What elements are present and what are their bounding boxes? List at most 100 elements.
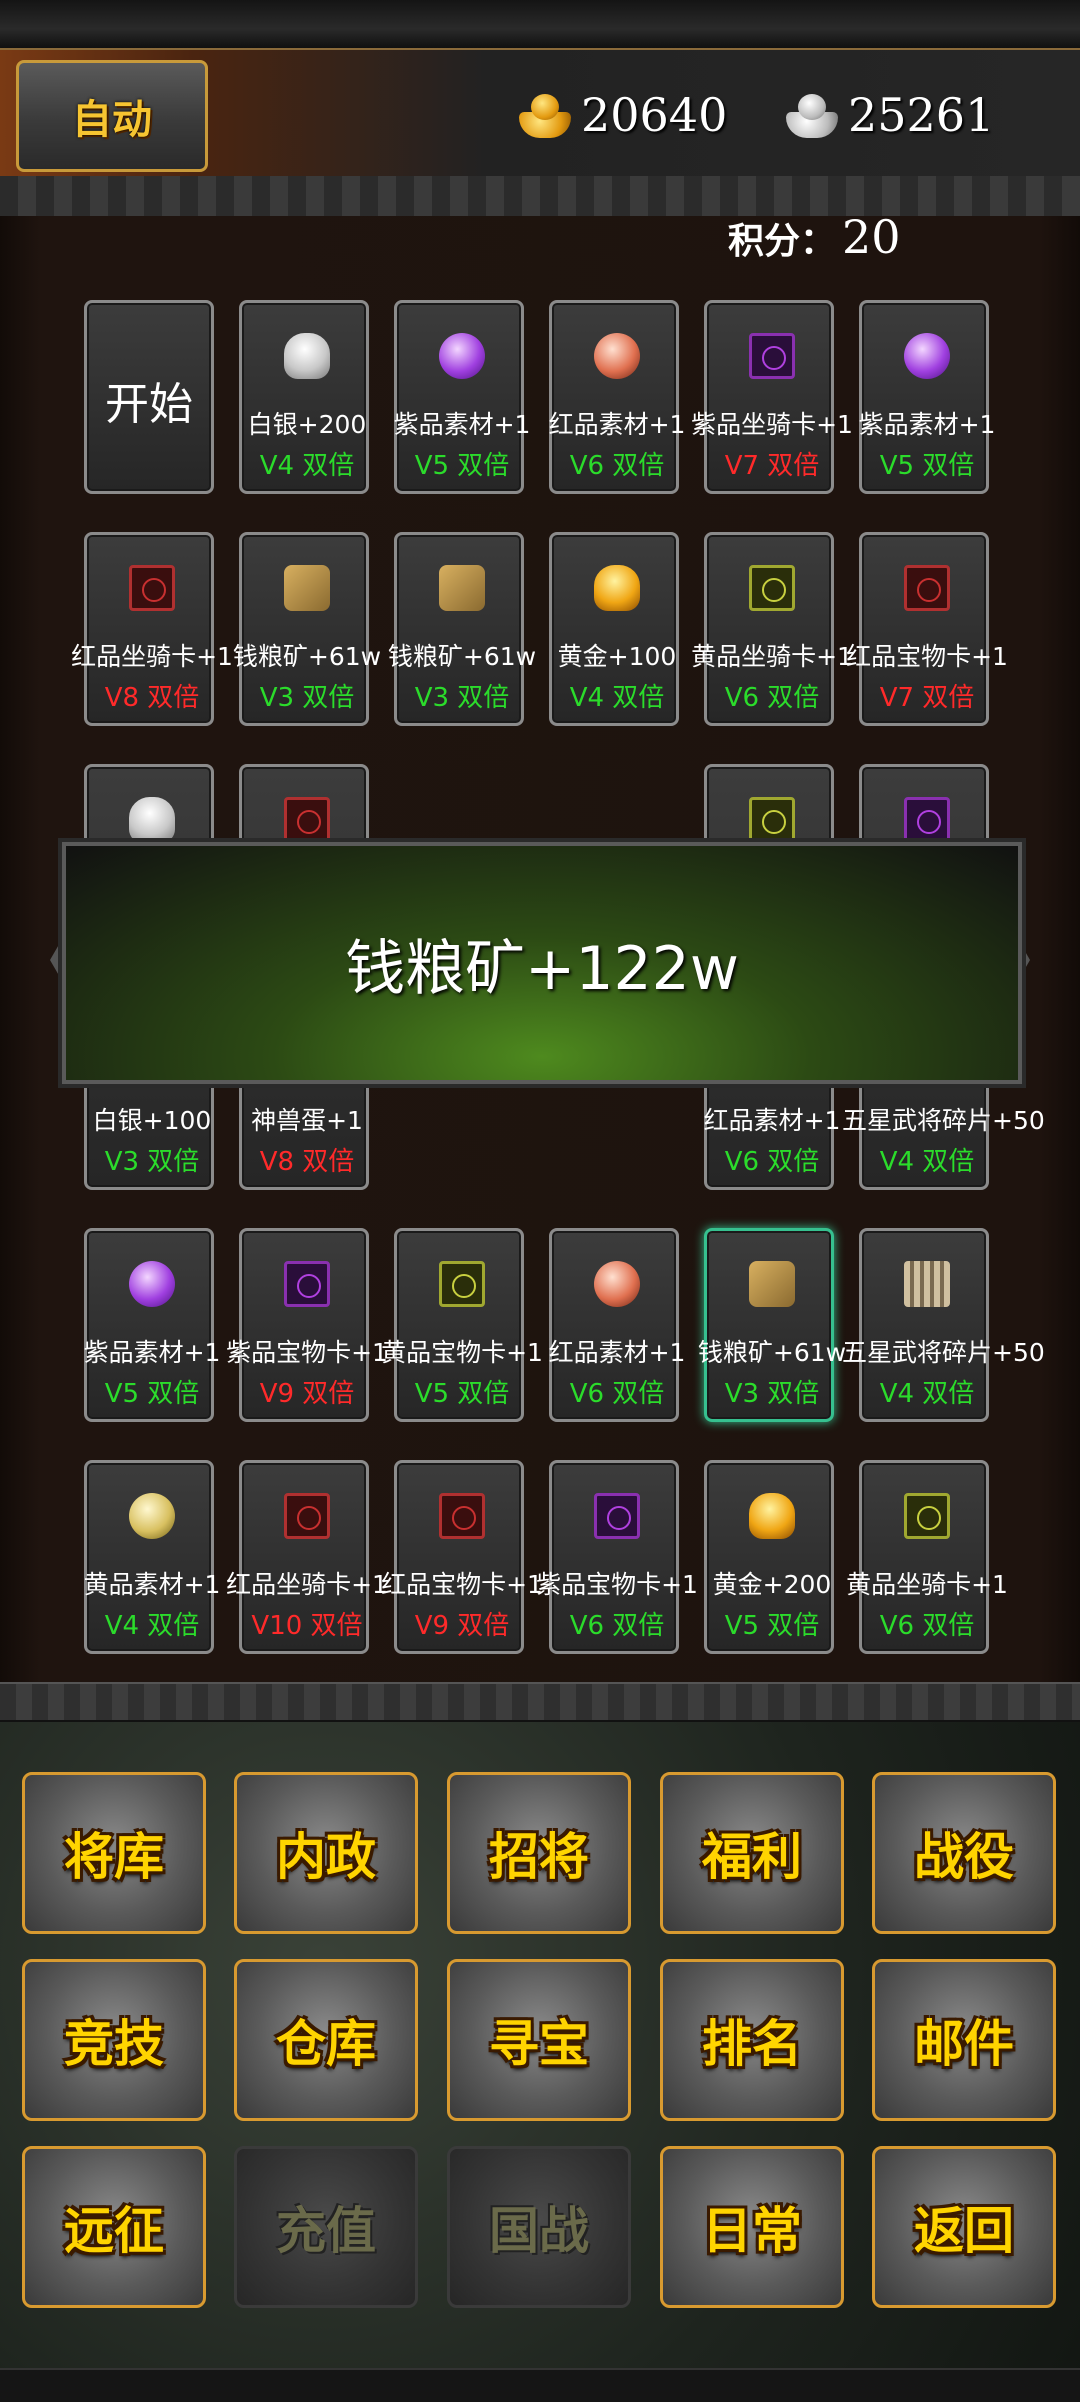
purple-gem-icon — [439, 333, 485, 379]
grain-icon — [284, 565, 330, 611]
reward-name: 黄金+200 — [712, 1570, 832, 1599]
reward-name: 白银+200 — [247, 410, 367, 439]
reward-cell: 黄金+200 V5 双倍 — [704, 1460, 834, 1654]
reward-cell: 钱粮矿+61w V3 双倍 — [233, 532, 381, 726]
reward-cell: 红品素材+1 V6 双倍 — [549, 1228, 685, 1422]
score: 积分： 20 — [728, 210, 901, 264]
start-button[interactable]: 开始 — [84, 300, 214, 494]
gold-ingot-icon — [594, 565, 640, 611]
vip-bonus: V5 双倍 — [724, 1611, 820, 1641]
red-gem-icon — [594, 333, 640, 379]
red-treasure-card-icon — [439, 1493, 485, 1539]
reward-cell: 紫品素材+1 V5 双倍 — [394, 300, 530, 494]
red-card-icon — [284, 797, 330, 843]
menu-button[interactable]: 远征 — [22, 2146, 206, 2308]
menu-button[interactable]: 战役 — [872, 1772, 1056, 1934]
vip-bonus: V4 双倍 — [879, 1147, 975, 1177]
menu-button[interactable]: 招将 — [447, 1772, 631, 1934]
reward-cell: 红品坐骑卡+1 V10 双倍 — [226, 1460, 388, 1654]
menu-frieze — [0, 1682, 1080, 1722]
menu-button[interactable]: 内政 — [234, 1772, 418, 1934]
vip-bonus: V4 双倍 — [259, 451, 355, 481]
vip-bonus: V4 双倍 — [569, 683, 665, 713]
yellow-card-icon — [749, 797, 795, 843]
yellow-gem-icon — [129, 1493, 175, 1539]
reward-name: 白银+100 — [92, 1106, 212, 1135]
reward-name: 黄品宝物卡+1 — [381, 1338, 543, 1367]
reward-name: 紫品坐骑卡+1 — [691, 410, 853, 439]
menu-button[interactable]: 福利 — [660, 1772, 844, 1934]
menu-button[interactable]: 寻宝 — [447, 1959, 631, 2121]
grain-icon — [439, 565, 485, 611]
general-fragment-icon — [904, 1261, 950, 1307]
purple-gem-icon — [904, 333, 950, 379]
vip-bonus: V5 双倍 — [414, 451, 510, 481]
reward-cell: 五星武将碎片+50 V4 双倍 — [842, 1228, 1045, 1422]
vip-bonus: V6 双倍 — [724, 1147, 820, 1177]
purple-treasure-card-icon — [284, 1261, 330, 1307]
score-value: 20 — [842, 210, 901, 264]
reward-cell: 紫品坐骑卡+1 V7 双倍 — [691, 300, 853, 494]
menu-button[interactable]: 将库 — [22, 1772, 206, 1934]
reward-cell: 黄金+100 V4 双倍 — [549, 532, 679, 726]
menu-button[interactable]: 仓库 — [234, 1959, 418, 2121]
purple-mount-card-icon — [749, 333, 795, 379]
reward-cell: 白银+200 V4 双倍 — [239, 300, 369, 494]
gold-amount: 20640 — [581, 88, 728, 142]
menu-button[interactable]: 邮件 — [872, 1959, 1056, 2121]
reward-name: 红品坐骑卡+1 — [226, 1570, 388, 1599]
reward-cell: 紫品宝物卡+1 V9 双倍 — [226, 1228, 388, 1422]
yellow-mount-card-icon — [904, 1493, 950, 1539]
vip-bonus: V3 双倍 — [104, 1147, 200, 1177]
reward-name: 黄品坐骑卡+1 — [846, 1570, 1008, 1599]
silver-ingot-icon — [782, 88, 842, 142]
vip-bonus: V8 双倍 — [104, 683, 200, 713]
yellow-mount-card-icon — [749, 565, 795, 611]
reward-name: 五星武将碎片+50 — [842, 1338, 1045, 1367]
vip-bonus: V10 双倍 — [251, 1611, 363, 1641]
header-frieze — [0, 176, 1080, 219]
reward-name: 黄金+100 — [557, 642, 677, 671]
reward-name: 神兽蛋+1 — [251, 1106, 363, 1135]
vip-bonus: V5 双倍 — [879, 451, 975, 481]
vip-bonus: V7 双倍 — [724, 451, 820, 481]
gold-ingot-icon — [749, 1493, 795, 1539]
vip-bonus: V9 双倍 — [259, 1379, 355, 1409]
reward-name: 钱粮矿+61w — [232, 642, 382, 671]
vip-bonus: V6 双倍 — [569, 1611, 665, 1641]
menu-button[interactable]: 日常 — [660, 2146, 844, 2308]
vip-bonus: V8 双倍 — [259, 1147, 355, 1177]
vip-bonus: V6 双倍 — [569, 451, 665, 481]
gold-ingot-icon — [515, 88, 575, 142]
red-gem-icon — [594, 1261, 640, 1307]
start-label: 开始 — [105, 379, 193, 430]
vip-bonus: V5 双倍 — [104, 1379, 200, 1409]
reward-cell: 紫品宝物卡+1 V6 双倍 — [536, 1460, 698, 1654]
reward-name: 紫品宝物卡+1 — [536, 1570, 698, 1599]
reward-name: 紫品素材+1 — [858, 410, 996, 439]
purple-gem-icon — [129, 1261, 175, 1307]
vip-bonus: V6 双倍 — [569, 1379, 665, 1409]
reward-cell: 钱粮矿+61w V3 双倍 — [388, 532, 536, 726]
silver-currency: 25261 — [782, 80, 994, 150]
reward-name: 五星武将碎片+50 — [842, 1106, 1045, 1135]
yellow-treasure-card-icon — [439, 1261, 485, 1307]
menu-button[interactable]: 排名 — [660, 1959, 844, 2121]
reward-name: 紫品素材+1 — [393, 410, 531, 439]
silver-ingot-icon — [129, 797, 175, 843]
red-mount-card-icon — [129, 565, 175, 611]
menu-button[interactable]: 返回 — [872, 2146, 1056, 2308]
vip-bonus: V9 双倍 — [414, 1611, 510, 1641]
reward-cell: 黄品素材+1 V4 双倍 — [84, 1460, 220, 1654]
reward-cell: 紫品素材+1 V5 双倍 — [859, 300, 995, 494]
red-mount-card-icon — [284, 1493, 330, 1539]
purple-treasure-card-icon — [594, 1493, 640, 1539]
reward-name: 红品素材+1 — [703, 1106, 841, 1135]
menu-button[interactable]: 竞技 — [22, 1959, 206, 2121]
top-strip — [0, 0, 1080, 50]
auto-button[interactable]: 自动 — [16, 60, 208, 172]
reward-banner: 钱粮矿+122w — [58, 838, 1026, 1088]
reward-name: 紫品素材+1 — [83, 1338, 221, 1367]
silver-amount: 25261 — [848, 88, 995, 142]
reward-name: 钱粮矿+61w — [697, 1338, 847, 1367]
